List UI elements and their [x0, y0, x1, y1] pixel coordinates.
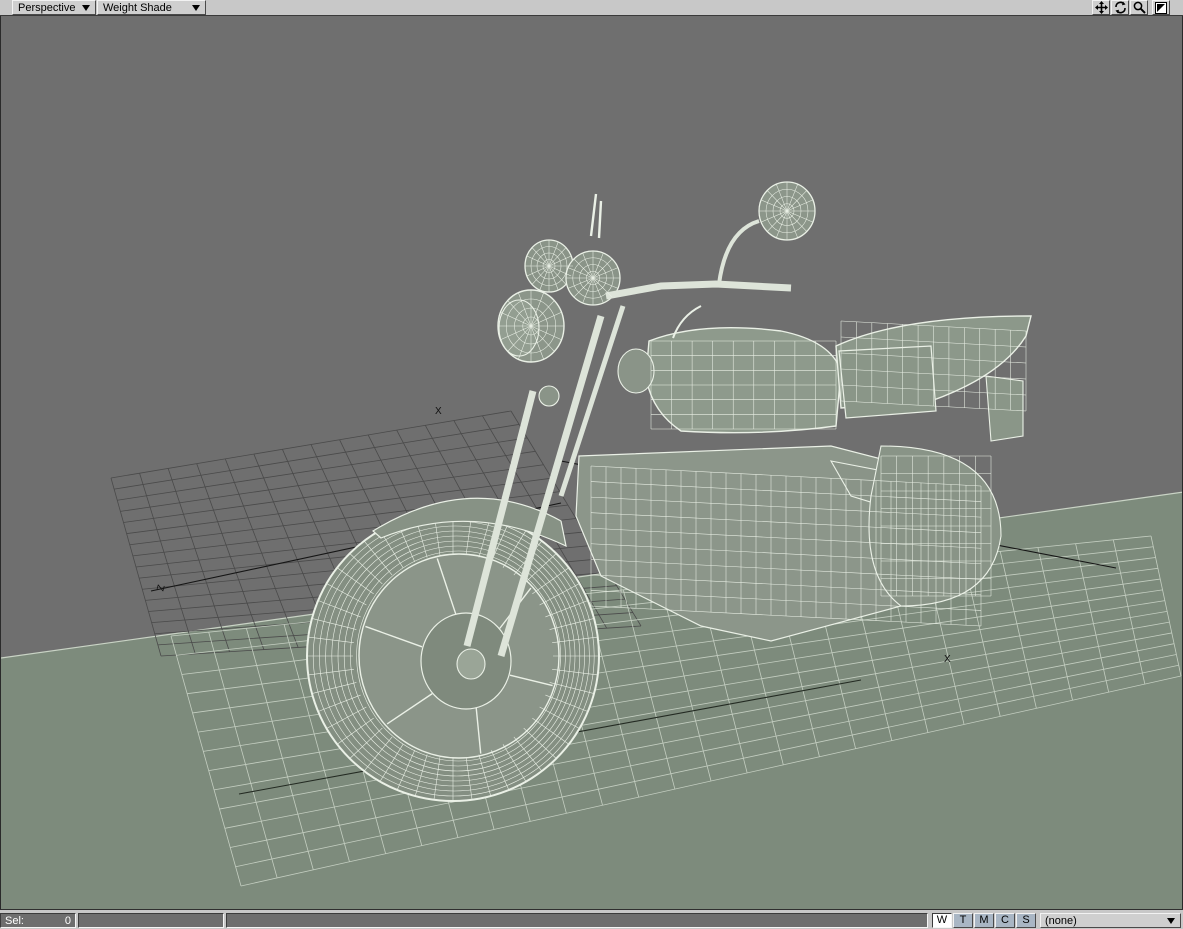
zoom-icon[interactable]: [1130, 0, 1148, 15]
turn-signal-left: [538, 385, 560, 407]
selection-label: Sel:: [5, 915, 24, 927]
axis-label-x-front: X: [944, 654, 951, 665]
dropdown-arrow-icon: [1167, 917, 1175, 924]
info-field: [78, 913, 224, 928]
axis-label-x-back: X: [435, 406, 442, 417]
scene-render: X Z X: [1, 181, 1182, 909]
shading-mode-dropdown[interactable]: Weight Shade: [97, 0, 206, 15]
selection-set-button[interactable]: S: [1016, 913, 1036, 928]
weight-map-button[interactable]: W: [932, 913, 952, 928]
back-grid-line: [114, 424, 520, 490]
texture-map-button[interactable]: T: [953, 913, 973, 928]
dropdown-arrow-icon: [82, 4, 90, 11]
maximize-icon[interactable]: [1152, 0, 1170, 15]
back-grid-line: [117, 437, 528, 501]
perspective-viewport[interactable]: X Z X: [0, 16, 1183, 909]
antenna: [589, 193, 603, 239]
move-icon[interactable]: [1092, 0, 1110, 15]
view-type-dropdown[interactable]: Perspective: [12, 0, 96, 15]
selection-info: Sel: 0: [0, 913, 76, 928]
status-bar: Sel: 0 W T M C S (none): [0, 909, 1183, 929]
mirror-stem: [717, 219, 760, 285]
morph-map-button[interactable]: M: [974, 913, 994, 928]
handlebar: [605, 280, 792, 300]
viewport-header: Perspective Weight Shade: [0, 0, 1183, 16]
shading-mode-label: Weight Shade: [103, 1, 172, 14]
wheel-hub: [456, 648, 486, 680]
color-map-button[interactable]: C: [995, 913, 1015, 928]
vertex-map-label: (none): [1045, 914, 1077, 927]
axis-label-z: Z: [155, 584, 167, 593]
rear-fender: [985, 375, 1024, 442]
selection-count: 0: [64, 915, 71, 927]
back-grid-line: [110, 410, 512, 479]
message-field: [226, 913, 928, 928]
fuel-tank: [645, 326, 842, 434]
rotate-icon[interactable]: [1111, 0, 1129, 15]
view-type-label: Perspective: [18, 1, 76, 14]
vertex-map-dropdown[interactable]: (none): [1040, 913, 1181, 928]
turn-signal: [617, 348, 655, 394]
dropdown-arrow-icon: [192, 4, 200, 11]
